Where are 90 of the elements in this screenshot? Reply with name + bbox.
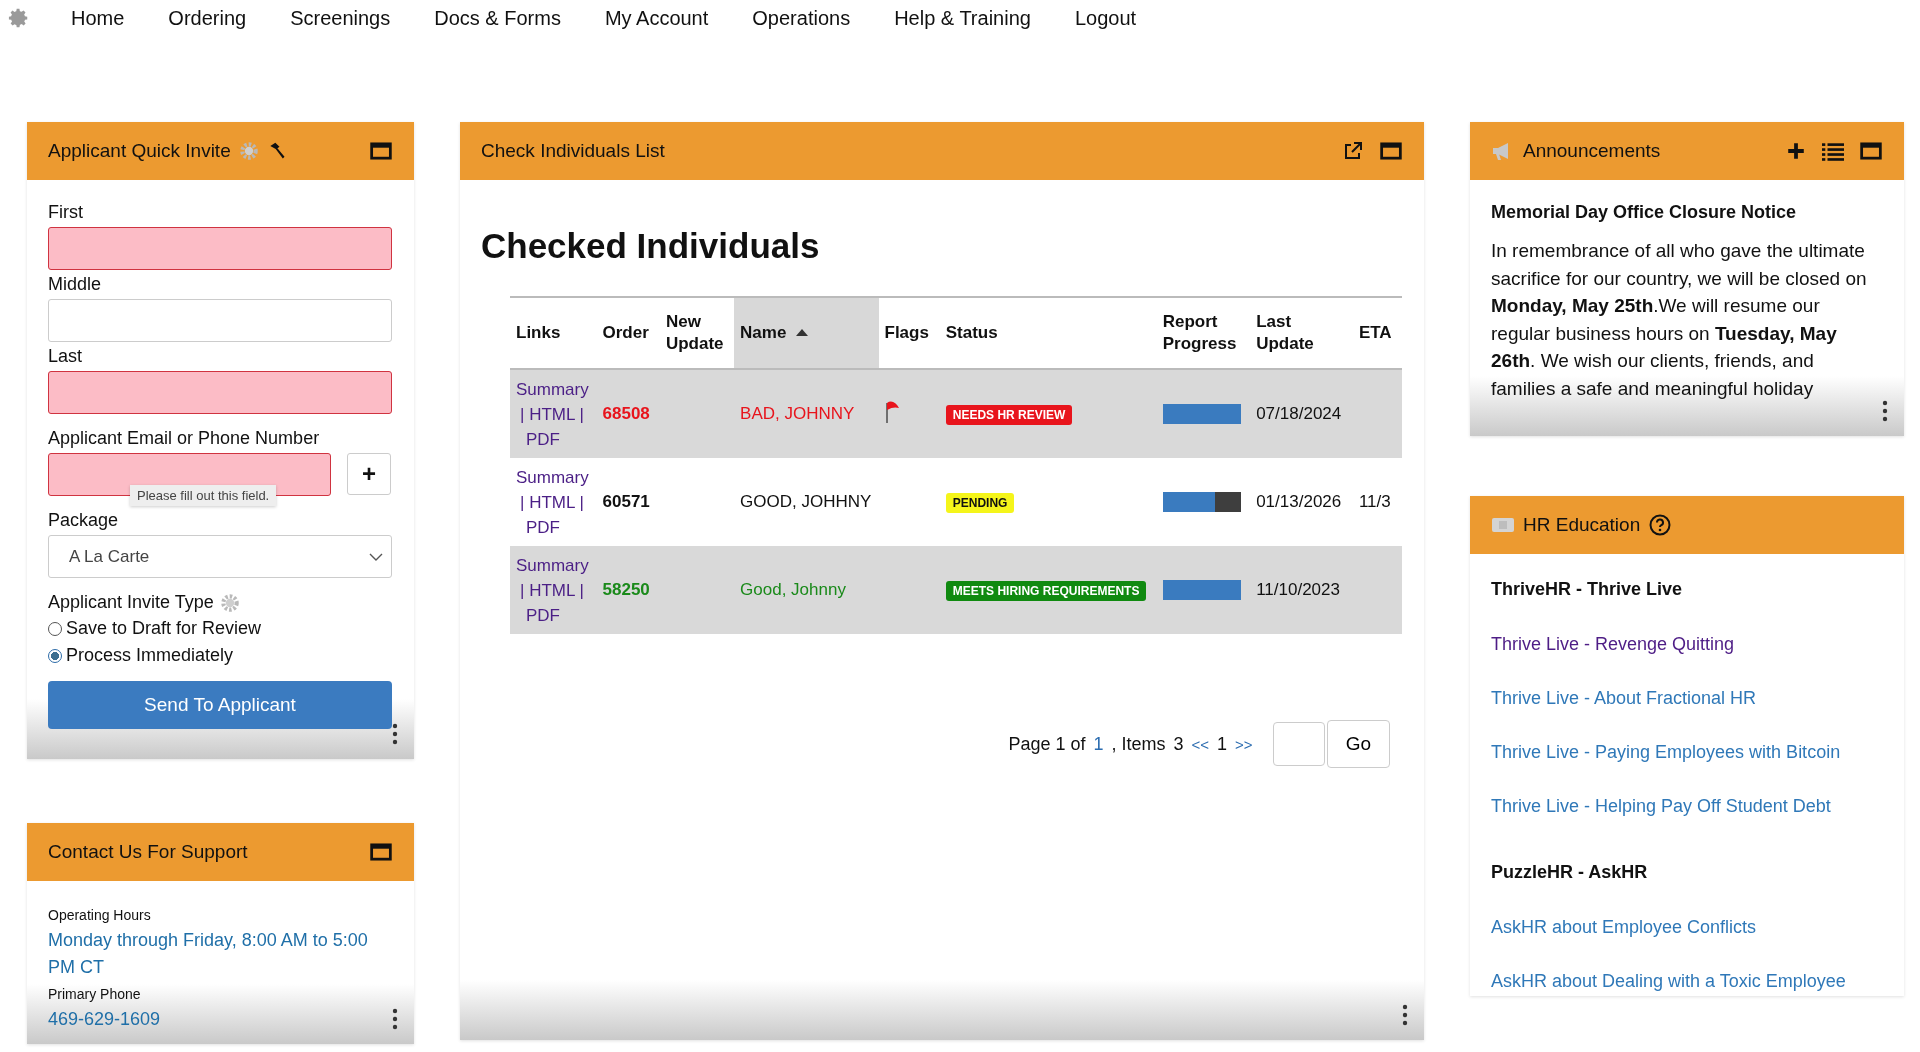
- more-icon[interactable]: [1882, 398, 1888, 424]
- help-icon[interactable]: [1648, 514, 1673, 536]
- add-icon[interactable]: [1786, 141, 1806, 161]
- field-label: Applicant Invite Type: [48, 592, 214, 613]
- field-label: First: [48, 202, 84, 223]
- info-link[interactable]: Monday through Friday, 8:00 AM to 5:00 PM CT: [48, 927, 388, 981]
- info-label: Primary Phone: [48, 986, 142, 1002]
- more-icon[interactable]: [1402, 1002, 1408, 1028]
- more-icon[interactable]: [392, 721, 398, 747]
- nav-link[interactable]: My Account: [604, 6, 709, 30]
- current-page: 1: [1217, 733, 1228, 755]
- report-link[interactable]: Summary: [516, 552, 589, 578]
- order-number: 68508: [602, 404, 650, 423]
- video-link[interactable]: Thrive Live - About Fractional HR: [1491, 688, 1883, 709]
- status-badge: PENDING: [945, 493, 1015, 513]
- field-label: Last: [48, 346, 84, 367]
- page-link[interactable]: 1: [1093, 733, 1104, 755]
- info-label: Operating Hours: [48, 907, 152, 923]
- nav-link[interactable]: Ordering: [168, 6, 247, 30]
- settings-icon[interactable]: [8, 7, 30, 29]
- video-link[interactable]: Thrive Live - Revenge Quitting: [1491, 634, 1883, 655]
- panel-title: HR Education: [1523, 514, 1641, 536]
- report-link[interactable]: Summary: [516, 376, 589, 402]
- nav-link[interactable]: Help & Training: [894, 6, 1031, 30]
- add-button[interactable]: +: [347, 453, 391, 495]
- more-icon[interactable]: [392, 1006, 398, 1032]
- go-button[interactable]: Go: [1326, 720, 1390, 768]
- report-link[interactable]: Summary: [516, 464, 589, 490]
- panel-title: Announcements: [1523, 140, 1661, 162]
- report-link[interactable]: PDF: [526, 426, 560, 452]
- validation-tooltip: Please fill out this field.: [130, 485, 277, 506]
- column-header[interactable]: Name: [734, 297, 879, 369]
- order-number: 58250: [602, 580, 650, 599]
- status-badge: NEEDS HR REVIEW: [945, 405, 1073, 425]
- report-link[interactable]: PDF: [526, 602, 560, 628]
- previous-link[interactable]: <<: [1191, 735, 1210, 753]
- status-badge: MEETS HIRING REQUIREMENTS: [945, 581, 1147, 601]
- info-link[interactable]: 469-629-1609: [48, 1006, 388, 1033]
- external-link-icon[interactable]: [1342, 141, 1364, 161]
- package-select[interactable]: A La Carte: [48, 535, 392, 578]
- group-heading: ThriveHR - Thrive Live: [1491, 579, 1684, 600]
- page-label: Page 1 of: [1008, 733, 1086, 755]
- date-text: 11/10/2023: [1256, 580, 1340, 599]
- nav-link[interactable]: Home: [71, 6, 125, 30]
- field-label: Package: [48, 510, 120, 531]
- nav-link[interactable]: Logout: [1074, 6, 1137, 30]
- field-label: Applicant Email or Phone Number: [48, 428, 321, 449]
- announcement-title: Memorial Day Office Closure Notice: [1491, 202, 1798, 223]
- next-link[interactable]: >>: [1235, 735, 1253, 753]
- report-link[interactable]: | HTML |: [520, 577, 584, 603]
- nav-link[interactable]: Docs & Forms: [434, 6, 561, 30]
- date-text: 11/3: [1358, 492, 1391, 511]
- panel-title: Check Individuals List: [481, 140, 665, 162]
- date-text: 07/18/2024: [1256, 404, 1342, 423]
- nav-link[interactable]: Screenings: [290, 6, 391, 30]
- nav-link[interactable]: Operations: [752, 6, 851, 30]
- items-count: 3: [1173, 733, 1184, 755]
- radio-label[interactable]: Save to Draft for Review: [66, 615, 262, 642]
- group-heading: PuzzleHR - AskHR: [1491, 862, 1649, 883]
- panel-title: Applicant Quick Invite: [48, 140, 231, 162]
- chevron-down-icon[interactable]: [369, 552, 383, 561]
- video-link[interactable]: AskHR about Dealing with a Toxic Employee: [1491, 971, 1883, 992]
- input-field[interactable]: [48, 227, 392, 270]
- applicant-name: Good, Johnny: [740, 580, 846, 599]
- report-link[interactable]: PDF: [526, 514, 560, 540]
- window-icon[interactable]: [1860, 141, 1882, 161]
- date-text: 01/13/2026: [1256, 492, 1342, 511]
- report-link[interactable]: | HTML |: [520, 401, 584, 427]
- window-icon[interactable]: [370, 141, 392, 161]
- video-link[interactable]: Thrive Live - Paying Employees with Bitcoin: [1491, 742, 1883, 763]
- applicant-name: BAD, JOHNNY: [740, 404, 855, 423]
- page-input[interactable]: [1272, 722, 1325, 766]
- page-heading: Checked Individuals: [481, 226, 821, 266]
- sort-up-icon[interactable]: [796, 328, 809, 336]
- panel-title: Contact Us For Support: [48, 841, 248, 863]
- items-label: , Items: [1111, 733, 1166, 755]
- order-number: 60571: [602, 492, 650, 511]
- input-field[interactable]: [48, 371, 392, 414]
- send-button[interactable]: Send To Applicant: [48, 681, 392, 729]
- radio-label[interactable]: Process Immediately: [66, 642, 234, 669]
- applicant-name: GOOD, JOHHNY: [740, 492, 872, 511]
- field-label: Middle: [48, 274, 103, 295]
- report-link[interactable]: | HTML |: [520, 489, 584, 515]
- video-link[interactable]: Thrive Live - Helping Pay Off Student Debt: [1491, 796, 1883, 817]
- window-icon[interactable]: [370, 842, 392, 862]
- radio-button[interactable]: [48, 648, 62, 663]
- window-icon[interactable]: [1380, 141, 1402, 161]
- list-icon[interactable]: [1822, 141, 1844, 161]
- announcement-text: In remembrance of all who gave the ultimate sacrifice for our country, we will be closed on Monday, May 25th.We will resume our regular business hours on Tuesday, May 26th. We wish our clients, friends, and families a safe and meaningful holiday: [1491, 239, 1868, 401]
- video-link[interactable]: AskHR about Employee Conflicts: [1491, 917, 1883, 938]
